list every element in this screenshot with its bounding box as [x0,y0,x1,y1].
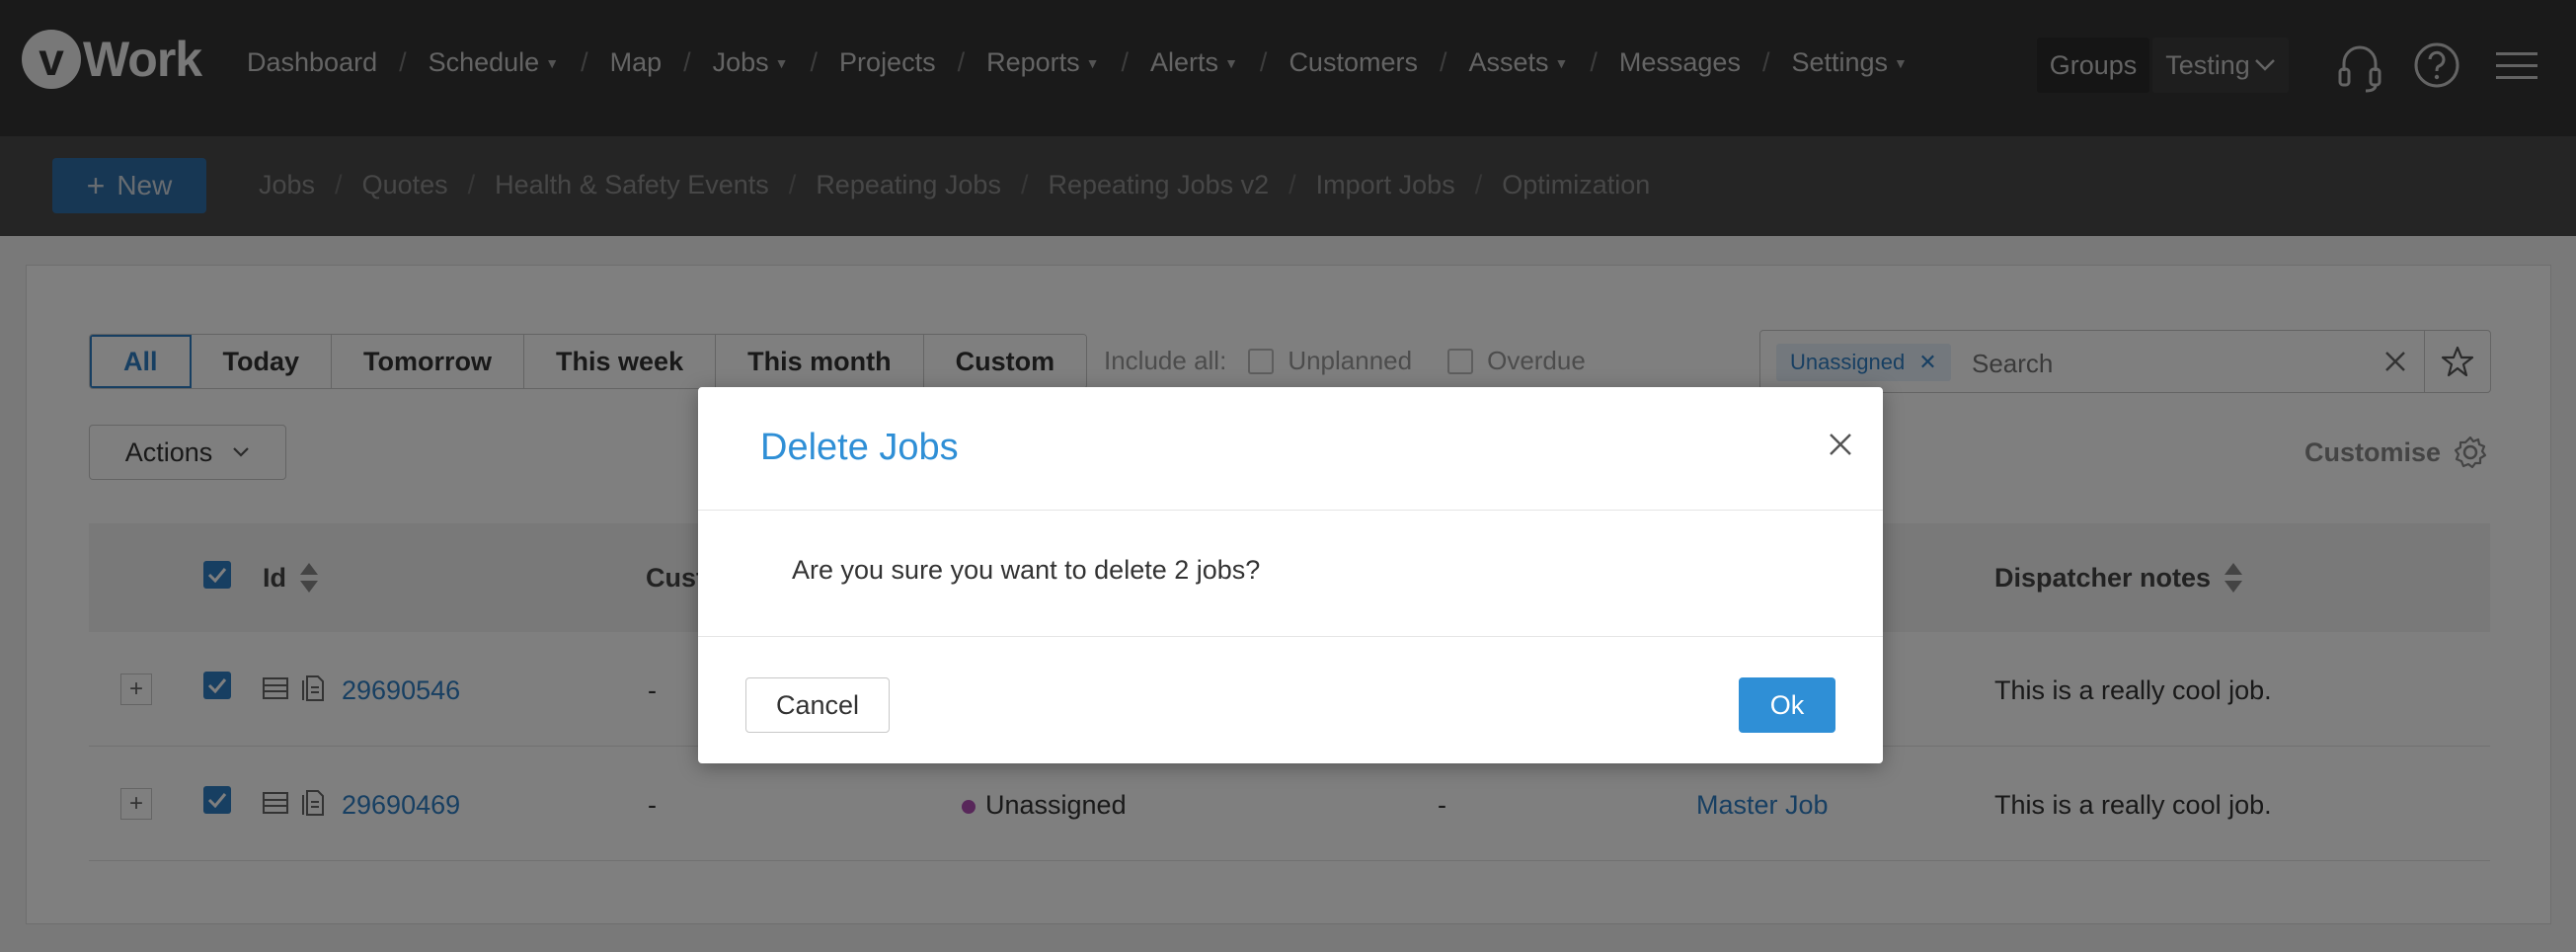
ok-button[interactable]: Ok [1739,677,1835,733]
close-dialog-button[interactable] [1821,425,1860,464]
dialog-title: Delete Jobs [760,427,959,468]
delete-jobs-dialog: Delete Jobs Are you sure you want to del… [698,387,1883,763]
cancel-button[interactable]: Cancel [745,677,890,733]
close-icon [1830,434,1851,455]
dialog-header: Delete Jobs [698,387,1883,511]
dialog-body: Are you sure you want to delete 2 jobs? [698,511,1883,637]
dialog-message: Are you sure you want to delete 2 jobs? [792,555,1261,585]
